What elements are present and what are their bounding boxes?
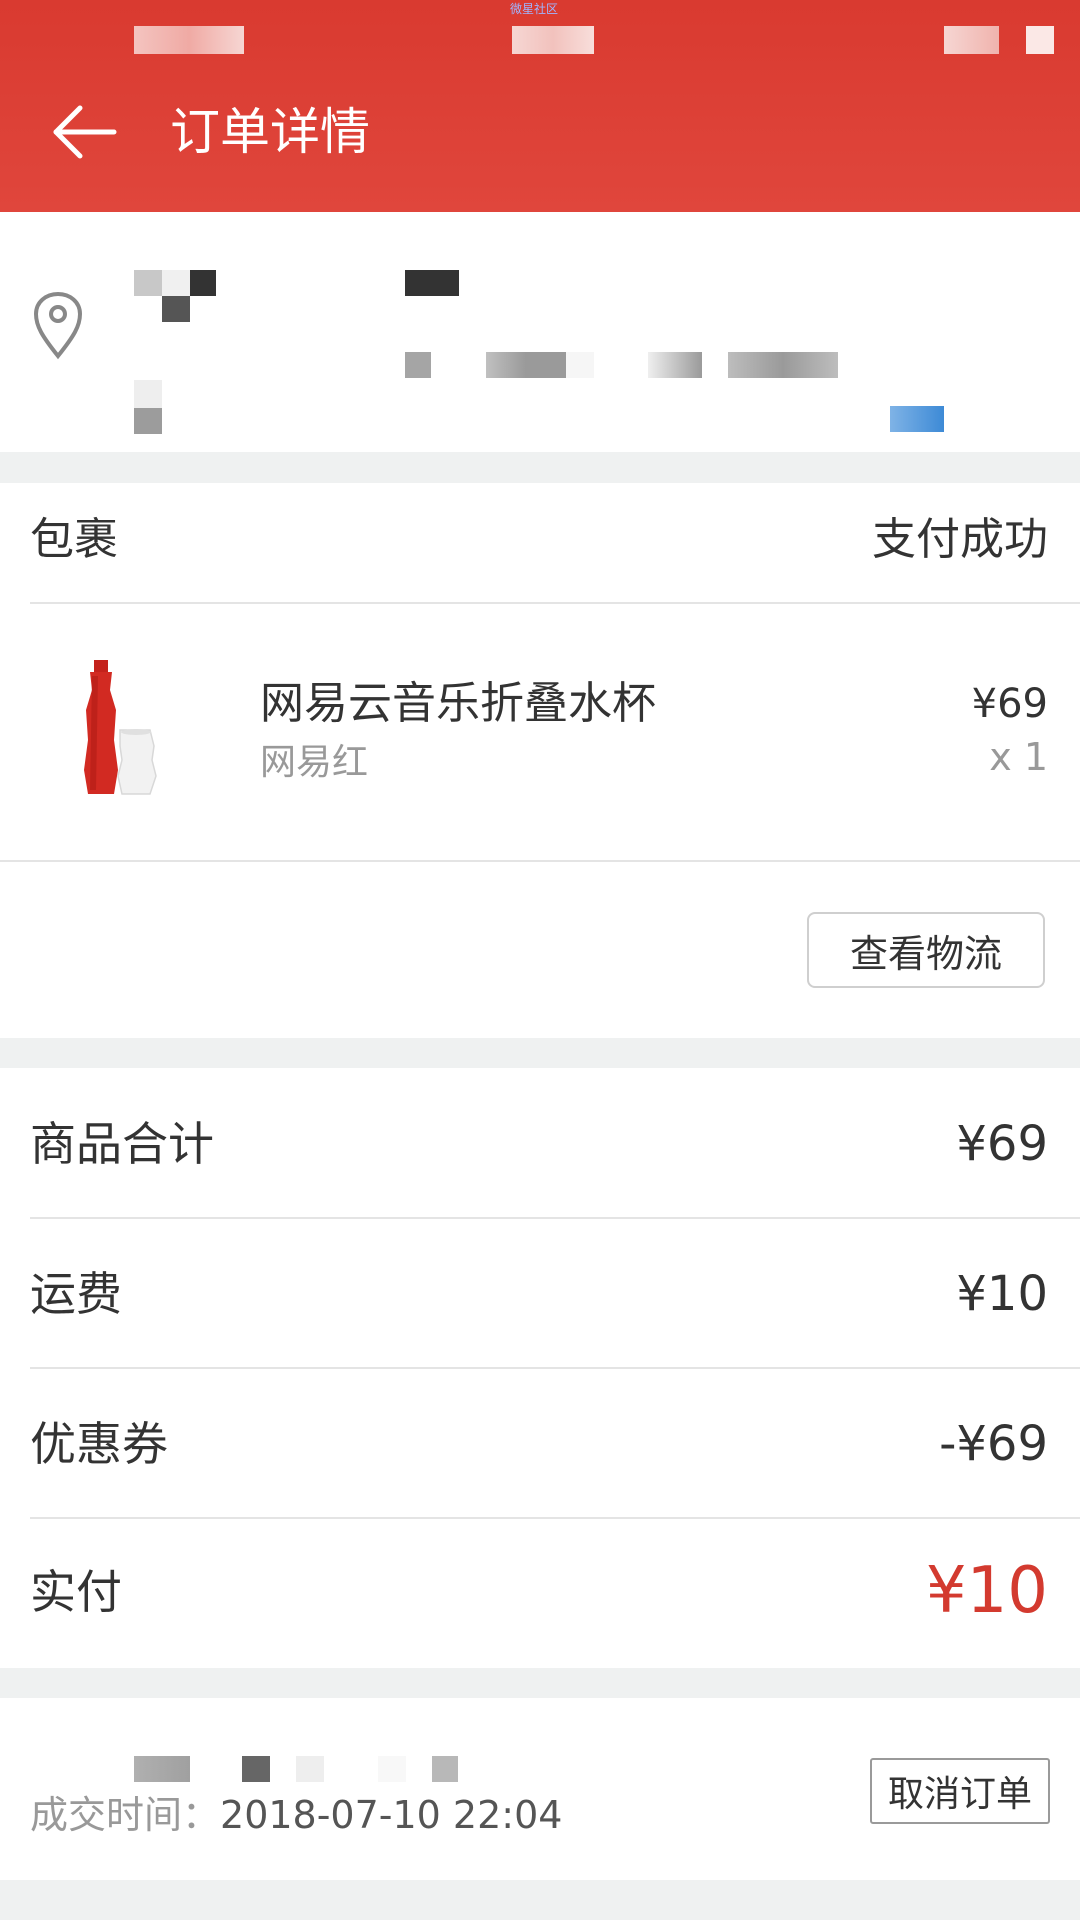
product-spec: 网易红 (260, 742, 369, 783)
transaction-time-value: 2018-07-10 22:04 (220, 1793, 563, 1837)
summary-label-paid: 实付 (30, 1565, 122, 1619)
back-button[interactable] (50, 92, 120, 162)
cancel-order-button[interactable]: 取消订单 (870, 1758, 1050, 1824)
package-status: 支付成功 (872, 514, 1048, 565)
arrow-left-icon (53, 105, 117, 159)
status-bar-center-pixelated (512, 26, 594, 54)
summary-label-shipping: 运费 (30, 1267, 122, 1321)
status-bar-right-pixelated (944, 26, 999, 54)
order-info-pixel (378, 1756, 406, 1782)
address-card[interactable] (0, 212, 1080, 452)
product-name[interactable]: 网易云音乐折叠水杯 (260, 676, 656, 732)
summary-value-shipping: ¥10 (956, 1266, 1048, 1322)
summary-value-coupon: -¥69 (939, 1416, 1048, 1472)
divider (30, 1217, 1080, 1219)
transaction-time: 成交时间：2018-07-10 22:04 (30, 1790, 562, 1840)
summary-label-subtotal: 商品合计 (30, 1117, 214, 1171)
address-pixel (728, 352, 838, 378)
battery-icon (1026, 26, 1054, 54)
location-pin-icon (32, 290, 84, 360)
order-info-pixel (242, 1756, 270, 1782)
status-bar-left-pixelated (134, 26, 244, 54)
address-pixel (162, 270, 190, 296)
product-quantity: x 1 (989, 735, 1048, 779)
address-pixel (890, 406, 944, 432)
address-pixel (134, 408, 162, 434)
summary-value-paid: ¥10 (925, 1554, 1048, 1628)
product-thumbnail[interactable] (70, 660, 190, 800)
status-bar-text: 微星社区 (510, 2, 559, 16)
order-info-pixel (134, 1756, 190, 1782)
address-pixel (648, 352, 702, 378)
address-pixel (405, 270, 459, 296)
divider (30, 1517, 1080, 1519)
transaction-time-label: 成交时间： (30, 1793, 221, 1837)
summary-value-subtotal: ¥69 (956, 1116, 1048, 1172)
address-pixel (190, 270, 216, 296)
address-pixel (486, 352, 566, 378)
view-logistics-button[interactable]: 查看物流 (807, 912, 1045, 988)
product-price: ¥69 (971, 681, 1048, 727)
address-pixel (134, 270, 162, 296)
order-info-pixel (296, 1756, 324, 1782)
address-pixel (566, 352, 594, 378)
address-pixel (162, 296, 190, 322)
order-info-pixel (432, 1756, 458, 1782)
package-label: 包裹 (30, 514, 118, 565)
page-title: 订单详情 (170, 103, 370, 161)
address-pixel (134, 380, 162, 408)
divider (30, 1367, 1080, 1369)
divider (0, 860, 1080, 862)
summary-label-coupon: 优惠券 (30, 1417, 168, 1471)
address-pixel (405, 352, 431, 378)
divider (30, 602, 1080, 604)
